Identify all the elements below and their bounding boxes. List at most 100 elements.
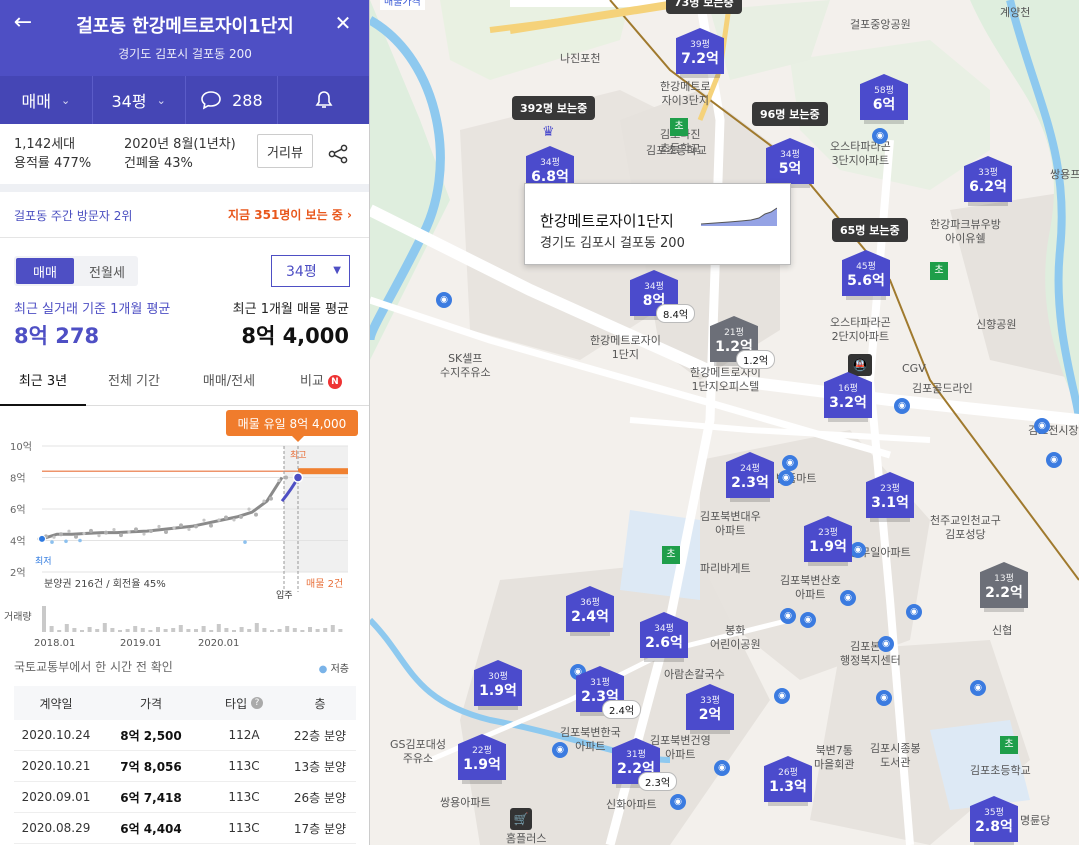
bus-stop-icon[interactable]: ◉ bbox=[1046, 452, 1062, 468]
complex-price-marker[interactable]: 16평 3.2억 bbox=[824, 372, 872, 422]
trade-dot bbox=[209, 523, 213, 528]
complex-popup[interactable]: 한강메트로자이1단지 경기도 김포시 걸포동 200 bbox=[524, 183, 791, 265]
bus-stop-icon[interactable]: ◉ bbox=[840, 590, 856, 606]
complex-price-marker[interactable]: 23평 3.1억 bbox=[866, 472, 914, 522]
volume-bar bbox=[178, 625, 183, 632]
marker-price: 2.3억 bbox=[731, 475, 769, 491]
size-dropdown[interactable]: 34평 ▼ bbox=[271, 255, 350, 287]
y-tick-label: 8억 bbox=[10, 473, 26, 485]
low-floor-legend: ● 저층 bbox=[318, 664, 349, 675]
table-row[interactable]: 2020.10.21 7억 8,056 113C 13층 분양 bbox=[14, 751, 356, 782]
complex-price-marker[interactable]: 30평 1.9억 bbox=[474, 660, 522, 710]
map-label: 파리바게트 bbox=[700, 562, 751, 575]
col-date: 계약일 bbox=[39, 696, 73, 711]
marker-size: 45평 bbox=[856, 262, 876, 272]
tab-compare[interactable]: 비교 N bbox=[286, 362, 356, 406]
bus-stop-icon[interactable]: ◉ bbox=[876, 690, 892, 706]
bus-stop-icon[interactable]: ◉ bbox=[906, 604, 922, 620]
tab-trade-rent[interactable]: 매매/전세 bbox=[184, 362, 274, 406]
bus-stop-icon[interactable]: ◉ bbox=[670, 794, 686, 810]
trade-dot bbox=[104, 530, 108, 535]
volume-bar bbox=[308, 627, 312, 632]
marker-size: 30평 bbox=[488, 672, 508, 682]
comments-button[interactable]: 288 bbox=[186, 76, 279, 124]
complex-price-marker[interactable]: 13평 2.2억 bbox=[980, 562, 1028, 612]
bus-stop-icon[interactable]: ◉ bbox=[872, 128, 888, 144]
table-row[interactable]: 2020.10.24 8억 2,500 112A 22층 분양 bbox=[14, 720, 356, 751]
bus-stop-icon[interactable]: ◉ bbox=[850, 542, 866, 558]
school-flag-icon[interactable]: 초 bbox=[930, 262, 948, 280]
complex-price-marker[interactable]: 39평 7.2억 bbox=[676, 28, 724, 78]
popup-address: 경기도 김포시 걸포동 200 bbox=[540, 236, 685, 251]
bus-stop-icon[interactable]: ◉ bbox=[436, 292, 452, 308]
x-tick-label: 2018.01 bbox=[34, 638, 76, 649]
visitor-banner[interactable]: 걸포동 주간 방문자 2위 지금 351명이 보는 중 › bbox=[0, 192, 369, 238]
low-floor-label: 저층 bbox=[330, 664, 349, 675]
share-icon[interactable] bbox=[324, 140, 352, 168]
complex-price-marker[interactable]: 26평 1.3억 bbox=[764, 756, 812, 806]
complex-price-marker[interactable]: 58평 6억 bbox=[860, 74, 908, 124]
trade-dot bbox=[82, 531, 86, 536]
help-icon[interactable]: ? bbox=[250, 697, 263, 709]
trade-tab[interactable]: 매매 bbox=[16, 258, 74, 284]
cell-date: 2020.08.29 bbox=[21, 821, 91, 835]
complex-price-marker[interactable]: 34평 2.6억 bbox=[640, 612, 688, 662]
bus-stop-icon[interactable]: ◉ bbox=[780, 608, 796, 624]
marker-price: 2.8억 bbox=[975, 819, 1013, 835]
marker-size: 34평 bbox=[644, 282, 664, 292]
bus-stop-icon[interactable]: ◉ bbox=[1034, 418, 1050, 434]
marker-size: 33평 bbox=[700, 696, 720, 706]
complex-price-marker[interactable]: 33평 6.2억 bbox=[964, 156, 1012, 206]
school-flag-icon[interactable]: 초 bbox=[670, 118, 688, 136]
marker-sub-price: 1.2억 bbox=[736, 350, 776, 369]
complex-price-marker[interactable]: 22평 1.9억 bbox=[458, 734, 506, 784]
trade-dot bbox=[254, 512, 258, 517]
volume-bar bbox=[57, 630, 62, 632]
tab-recent-3y[interactable]: 최근 3년 bbox=[0, 362, 86, 406]
marker-price: 1.9억 bbox=[479, 683, 517, 699]
alert-button[interactable] bbox=[278, 76, 369, 124]
school-flag-icon[interactable]: 초 bbox=[1000, 736, 1018, 754]
bus-stop-icon[interactable]: ◉ bbox=[714, 760, 730, 776]
volume-bar bbox=[133, 626, 138, 632]
size-select[interactable]: 34평 ⌄ bbox=[93, 76, 186, 124]
complex-price-marker[interactable]: 24평 2.3억 bbox=[726, 452, 774, 502]
shopping-cart-icon[interactable]: 🛒 bbox=[510, 808, 532, 830]
tab-all-period[interactable]: 전체 기간 bbox=[92, 362, 176, 406]
rent-tab[interactable]: 전월세 bbox=[78, 258, 136, 284]
trade-dot bbox=[89, 528, 93, 533]
bus-stop-icon[interactable]: ◉ bbox=[782, 455, 798, 471]
table-row[interactable]: 2020.09.01 6억 7,418 113C 26층 분양 bbox=[14, 782, 356, 813]
school-flag-icon[interactable]: 초 bbox=[662, 546, 680, 564]
map-label: 김포골드라인 bbox=[912, 382, 973, 395]
bus-stop-icon[interactable]: ◉ bbox=[778, 470, 794, 486]
complex-price-marker[interactable]: 33평 2억 bbox=[686, 684, 734, 734]
bus-stop-icon[interactable]: ◉ bbox=[970, 680, 986, 696]
recent-check-text: 국토교통부에서 한 시간 전 확인 bbox=[14, 660, 173, 674]
complex-price-marker[interactable]: 35평 2.8억 bbox=[970, 796, 1018, 845]
bus-stop-icon[interactable]: ◉ bbox=[552, 742, 568, 758]
volume-label: 거래량 bbox=[4, 611, 32, 623]
complex-price-marker[interactable]: 34평 5억 bbox=[766, 138, 814, 188]
complex-price-marker[interactable]: 36평 2.4억 bbox=[566, 586, 614, 636]
bus-stop-icon[interactable]: ◉ bbox=[800, 612, 816, 628]
trade-type-select[interactable]: 매매 ⌄ bbox=[0, 76, 93, 124]
bus-stop-icon[interactable]: ◉ bbox=[894, 398, 910, 414]
popup-title: 한강메트로자이1단지 bbox=[540, 212, 674, 230]
street-view-button[interactable]: 거리뷰 bbox=[257, 134, 313, 168]
volume-bar bbox=[277, 629, 282, 632]
viewers-bubble: 96명 보는중 bbox=[752, 102, 828, 126]
close-icon[interactable]: ✕ bbox=[330, 10, 356, 36]
min-point bbox=[38, 534, 46, 543]
chevron-down-icon: ⌄ bbox=[60, 93, 71, 107]
complex-price-marker[interactable]: 23평 1.9억 bbox=[804, 516, 852, 566]
bus-stop-icon[interactable]: ◉ bbox=[774, 688, 790, 704]
volume-bar bbox=[110, 628, 115, 632]
complex-price-marker[interactable]: 45평 5.6억 bbox=[842, 250, 890, 300]
table-row[interactable]: 2020.08.29 6억 4,404 113C 17층 분양 bbox=[14, 813, 356, 844]
bus-stop-icon[interactable]: ◉ bbox=[878, 636, 894, 652]
avg-price-value: 8억 278 bbox=[14, 324, 100, 348]
map-view[interactable]: 나진포천한강메트로자이3단지김포나진초등학교오스타파라곤3단지아파트걸포중앙공원… bbox=[370, 0, 1079, 845]
cell-date: 2020.09.01 bbox=[21, 790, 91, 804]
cell-date: 2020.10.24 bbox=[21, 728, 91, 742]
